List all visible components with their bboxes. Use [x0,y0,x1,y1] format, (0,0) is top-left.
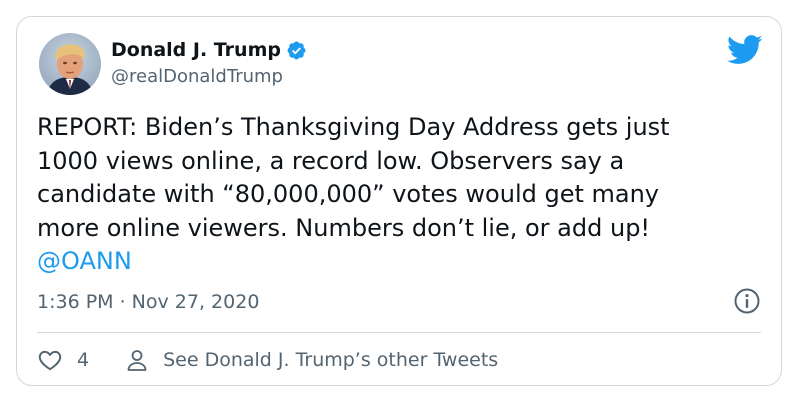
other-tweets-label: See Donald J. Trump’s other Tweets [163,349,499,371]
like-button[interactable]: 4 [37,347,89,373]
person-icon [127,350,147,371]
other-tweets-link[interactable]: See Donald J. Trump’s other Tweets [125,348,498,372]
tweet-actions: 4 See Donald J. Trump’s other Tweets [37,347,498,373]
tweet-card: Donald J. Trump @realDonaldTrump REPORT:… [16,16,782,386]
tweet-timestamp[interactable]: 1:36 PM · Nov 27, 2020 [37,291,259,313]
tweet-text: REPORT: Biden’s Thanksgiving Day Address… [37,113,670,242]
info-icon[interactable] [733,287,761,315]
author-handle[interactable]: @realDonaldTrump [111,66,283,87]
mention-link[interactable]: @OANN [37,245,132,279]
verified-badge-icon [287,41,306,59]
divider [37,332,761,333]
heart-icon [38,350,62,371]
avatar[interactable] [39,33,101,95]
author-name-row[interactable]: Donald J. Trump [111,39,307,61]
twitter-bird-icon[interactable] [727,35,763,65]
author-name[interactable]: Donald J. Trump [111,39,281,61]
like-count: 4 [77,349,90,371]
